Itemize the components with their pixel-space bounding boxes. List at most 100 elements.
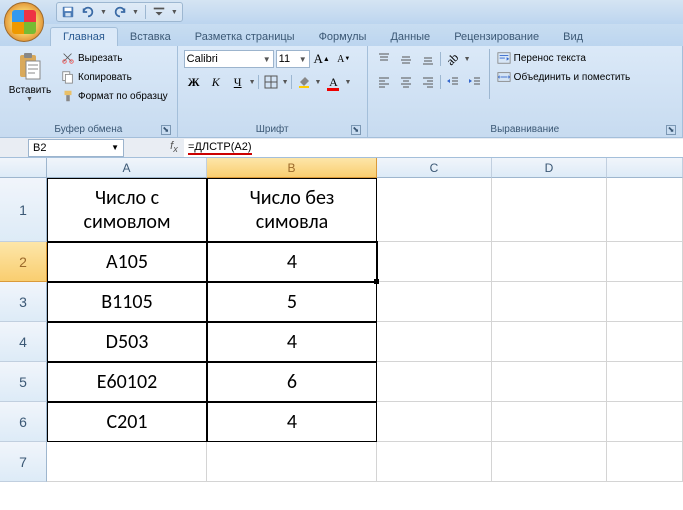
tab-1[interactable]: Вставка: [118, 28, 183, 46]
formula-input[interactable]: =ДЛСТР(A2): [184, 139, 683, 157]
font-expand[interactable]: ⬊: [351, 125, 361, 135]
clipboard-expand[interactable]: ⬊: [161, 125, 171, 135]
cell-C1[interactable]: [377, 178, 492, 242]
underline-button[interactable]: Ч: [228, 72, 248, 92]
cell-B4[interactable]: 4: [207, 322, 377, 362]
cell-D6[interactable]: [492, 402, 607, 442]
row-header-1[interactable]: 1: [0, 178, 47, 242]
align-middle-button[interactable]: [396, 49, 416, 69]
underline-dropdown[interactable]: ▼: [249, 79, 256, 86]
column-header-A[interactable]: A: [47, 158, 207, 178]
row-header-4[interactable]: 4: [0, 322, 47, 362]
column-header-C[interactable]: C: [377, 158, 492, 178]
cell-2[interactable]: [607, 242, 683, 282]
cell-B7[interactable]: [207, 442, 377, 482]
cell-A2[interactable]: A105: [47, 242, 207, 282]
merge-button[interactable]: Объединить и поместить: [494, 68, 634, 86]
cell-D3[interactable]: [492, 282, 607, 322]
cell-A4[interactable]: D503: [47, 322, 207, 362]
cell-B2[interactable]: 4: [207, 242, 377, 282]
save-icon[interactable]: [61, 5, 75, 19]
cell-C7[interactable]: [377, 442, 492, 482]
cell-D4[interactable]: [492, 322, 607, 362]
row-header-7[interactable]: 7: [0, 442, 47, 482]
undo-icon[interactable]: [81, 5, 95, 19]
cell-C4[interactable]: [377, 322, 492, 362]
tab-0[interactable]: Главная: [50, 27, 118, 46]
cell-A5[interactable]: E60102: [47, 362, 207, 402]
orientation-button[interactable]: ab: [443, 49, 463, 69]
format-painter-button[interactable]: Формат по образцу: [58, 87, 171, 105]
cell-B3[interactable]: 5: [207, 282, 377, 322]
cell-3[interactable]: [607, 282, 683, 322]
row-header-5[interactable]: 5: [0, 362, 47, 402]
copy-button[interactable]: Копировать: [58, 68, 171, 86]
align-left-button[interactable]: [374, 72, 394, 92]
row-header-3[interactable]: 3: [0, 282, 47, 322]
column-header-D[interactable]: D: [492, 158, 607, 178]
grow-font-button[interactable]: A▲: [312, 49, 332, 69]
align-center-button[interactable]: [396, 72, 416, 92]
border-button[interactable]: [261, 72, 281, 92]
office-button[interactable]: [4, 2, 44, 42]
align-top-button[interactable]: [374, 49, 394, 69]
paste-button[interactable]: Вставить ▼: [6, 49, 54, 105]
cell-5[interactable]: [607, 362, 683, 402]
qat-customize-icon[interactable]: [152, 5, 166, 19]
font-size-select[interactable]: 11▼: [276, 50, 310, 68]
cell-1[interactable]: [607, 178, 683, 242]
tab-2[interactable]: Разметка страницы: [183, 28, 307, 46]
cell-D2[interactable]: [492, 242, 607, 282]
increase-indent-button[interactable]: [465, 72, 485, 92]
cell-7[interactable]: [607, 442, 683, 482]
cell-6[interactable]: [607, 402, 683, 442]
cell-4[interactable]: [607, 322, 683, 362]
decrease-indent-button[interactable]: [443, 72, 463, 92]
align-right-button[interactable]: [418, 72, 438, 92]
fx-icon[interactable]: fx: [164, 140, 184, 154]
cell-D1[interactable]: [492, 178, 607, 242]
fill-dropdown[interactable]: ▼: [315, 79, 322, 86]
name-box[interactable]: B2▼: [28, 139, 124, 157]
column-header-B[interactable]: B: [207, 158, 377, 178]
cell-A7[interactable]: [47, 442, 207, 482]
cell-C2[interactable]: [377, 242, 492, 282]
tab-3[interactable]: Формулы: [307, 28, 379, 46]
cell-B5[interactable]: 6: [207, 362, 377, 402]
shrink-font-button[interactable]: A▼: [334, 49, 354, 69]
row-header-2[interactable]: 2: [0, 242, 47, 282]
cut-button[interactable]: Вырезать: [58, 49, 171, 67]
cell-B1[interactable]: Число безсимовла: [207, 178, 377, 242]
alignment-expand[interactable]: ⬊: [666, 125, 676, 135]
column-header-end[interactable]: [607, 158, 683, 178]
cell-C6[interactable]: [377, 402, 492, 442]
cell-C3[interactable]: [377, 282, 492, 322]
cell-A6[interactable]: C201: [47, 402, 207, 442]
fill-color-button[interactable]: [294, 72, 314, 92]
cell-D5[interactable]: [492, 362, 607, 402]
font-color-dropdown[interactable]: ▼: [344, 79, 351, 86]
redo-dropdown[interactable]: ▼: [132, 9, 139, 16]
border-dropdown[interactable]: ▼: [282, 79, 289, 86]
tab-5[interactable]: Рецензирование: [442, 28, 551, 46]
undo-dropdown[interactable]: ▼: [100, 9, 107, 16]
tab-4[interactable]: Данные: [378, 28, 442, 46]
cell-B6[interactable]: 4: [207, 402, 377, 442]
qat-customize-dropdown[interactable]: ▼: [171, 9, 178, 16]
align-right-icon: [421, 75, 435, 89]
row-header-6[interactable]: 6: [0, 402, 47, 442]
font-color-button[interactable]: A: [323, 72, 343, 92]
bold-button[interactable]: Ж: [184, 72, 204, 92]
cell-A3[interactable]: B1105: [47, 282, 207, 322]
cell-C5[interactable]: [377, 362, 492, 402]
wrap-text-button[interactable]: Перенос текста: [494, 49, 634, 67]
font-name-select[interactable]: Calibri▼: [184, 50, 274, 68]
italic-button[interactable]: К: [206, 72, 226, 92]
tab-6[interactable]: Вид: [551, 28, 595, 46]
cell-D7[interactable]: [492, 442, 607, 482]
cell-A1[interactable]: Число ссимовлом: [47, 178, 207, 242]
redo-icon[interactable]: [113, 5, 127, 19]
select-all-corner[interactable]: [0, 158, 47, 178]
align-bottom-button[interactable]: [418, 49, 438, 69]
orientation-dropdown[interactable]: ▼: [464, 56, 471, 63]
